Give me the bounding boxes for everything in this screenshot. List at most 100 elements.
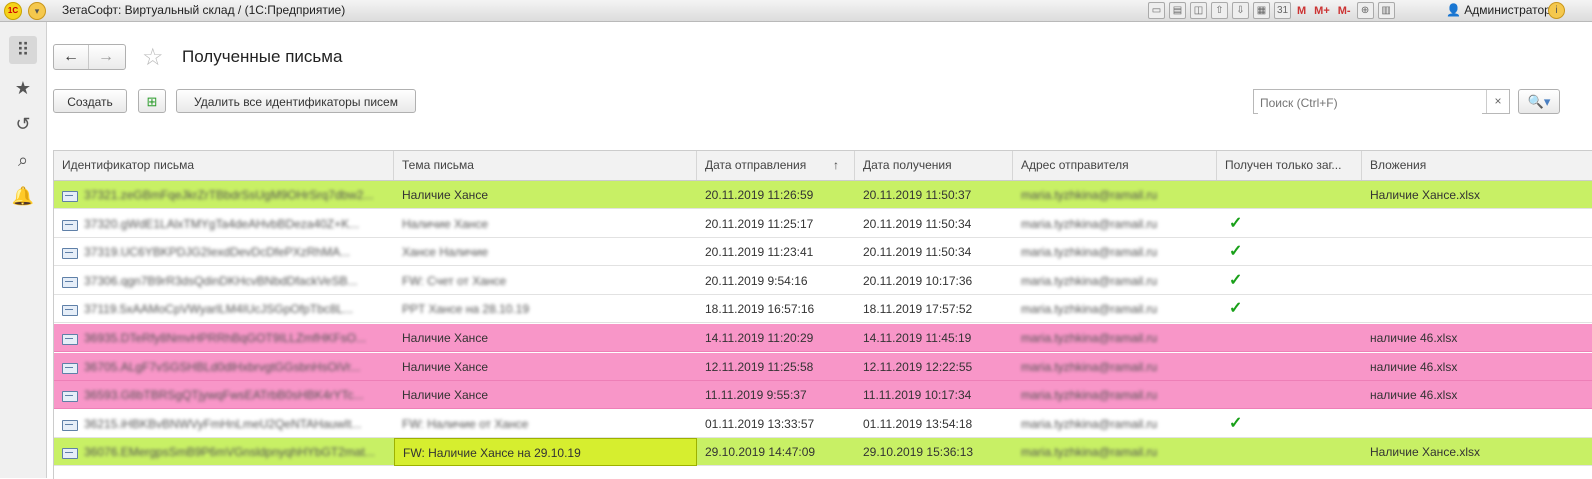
calendar-icon[interactable]: 31 [1274,2,1291,19]
cell-id-text: 36935.DTeRfy8NmvHPRRhBqGOT9ILLZmfHKFsO..… [84,331,367,345]
cell-sent-text: 11.11.2019 9:55:37 [705,388,807,403]
app-logo-icon: 1С [4,2,22,20]
cell-subject: Наличие Хансе [394,353,697,381]
col-header-id[interactable]: Идентификатор письма [54,151,394,180]
table-row[interactable]: 37306.qgn7B9rR3dsQdinDKHcvBNbdDfackVeSB.… [54,266,1592,295]
cell-sender: maria.tyzhkina@ramail.ru [1013,210,1217,238]
cell-headers-only-text: ✓ [1229,271,1243,289]
main-menu-button[interactable]: ▾ [28,2,46,20]
cell-received: 11.11.2019 10:17:34 [855,381,1013,409]
save-icon[interactable]: ▭ [1148,2,1165,19]
search-button[interactable]: 🔍▾ [1518,89,1560,114]
cell-subject: Наличие Хансе [394,210,697,238]
cell-received-text: 20.11.2019 10:17:36 [863,273,973,288]
download-icon[interactable]: ⇩ [1232,2,1249,19]
table-row[interactable]: 36215.iHBKBvBNWVyFmHnLmeU2QeNTAHauwIt...… [54,409,1592,438]
cell-id: 36215.iHBKBvBNWVyFmHnLmeU2QeNTAHauwIt... [54,410,394,438]
cell-sent-text: 01.11.2019 13:33:57 [705,416,815,431]
cell-id-text: 37119.5xAAMoCpVWyarlLM4IUcJSGpOfpTbc8L..… [84,302,354,317]
cell-subject-text: FW: Счет от Хансе [402,273,507,288]
cell-received: 20.11.2019 11:50:34 [855,210,1013,238]
cell-received-text: 29.10.2019 15:36:13 [863,445,974,460]
cell-headers-only-text: ✓ [1229,214,1243,232]
cell-attachments: Наличие Хансе.xlsx [1362,181,1592,209]
apps-menu-icon[interactable]: ⠿ [9,36,37,64]
cell-attachments: Наличие Хансе.xlsx [1362,438,1592,466]
search-icon[interactable]: ⌕ [9,146,37,174]
cell-sender: maria.tyzhkina@ramail.ru [1013,353,1217,381]
clear-search-icon[interactable]: × [1486,90,1509,113]
table-row[interactable]: 37119.5xAAMoCpVWyarlLM4IUcJSGpOfpTbc8L..… [54,295,1592,324]
star-icon[interactable]: ★ [9,74,37,102]
memory-plus-button[interactable]: M+ [1312,5,1332,17]
cell-sent: 18.11.2019 16:57:16 [697,295,855,323]
cell-headers-only-text: ✓ [1229,243,1243,261]
memory-minus-button[interactable]: M- [1336,5,1353,17]
cell-subject: Наличие Хансе [394,381,697,409]
cell-received-text: 12.11.2019 12:22:55 [863,359,973,374]
sort-asc-icon: ↑ [833,158,839,172]
table-row[interactable]: 37320.gWdE1LAlxTMYgTa4deAHvbBDeza40Z+K..… [54,209,1592,238]
cell-sender-text: maria.tyzhkina@ramail.ru [1021,388,1158,403]
col-header-sent[interactable]: Дата отправления ↑ [697,151,855,180]
search-input[interactable] [1258,91,1482,114]
current-user[interactable]: 👤 Администратор [1446,3,1551,17]
upload-icon[interactable]: ⇧ [1211,2,1228,19]
cell-received-text: 20.11.2019 11:50:37 [863,188,972,202]
calculator-icon[interactable]: ▦ [1253,2,1270,19]
cell-subject-text: FW: Наличие Хансе на 29.10.19 [403,446,581,461]
panel-icon[interactable]: ▥ [1377,2,1395,19]
history-icon[interactable]: ↺ [9,110,37,138]
cell-received: 01.11.2019 13:54:18 [855,410,1013,438]
table-row[interactable]: 36076.EMergpsSmB9P6mVGnsldpnyqhHYbGT2mat… [54,438,1592,467]
emails-table: Идентификатор письма Тема письма Дата от… [53,150,1592,479]
memory-button[interactable]: M [1295,5,1308,17]
cell-headers-only [1217,353,1362,381]
table-row[interactable]: 37321.zeGBmFqeJkrZrTBbdrSsUgM9OHrSrq7dbw… [54,181,1592,209]
col-header-subject[interactable]: Тема письма [394,151,697,180]
cell-id: 37319.UC6YBKPDJG2IexdDevDcDfePXzRhMA... [54,238,394,266]
add-document-icon[interactable]: ⊞ [138,89,166,113]
zoom-icon[interactable]: ⊕ [1356,2,1374,19]
cell-received-text: 01.11.2019 13:54:18 [863,416,973,431]
cell-sender-text: maria.tyzhkina@ramail.ru [1021,359,1158,374]
cell-attachments-text: наличие 46.xlsx [1370,359,1458,374]
cell-headers-only [1217,381,1362,409]
col-header-received[interactable]: Дата получения [855,151,1013,180]
cell-subject-text: Наличие Хансе [402,359,488,374]
cell-id: 36705.ALgF7vSGSHBLd0dlHxbrvgtGGsbnHsOiVr… [54,353,394,381]
cell-subject: FW: Счет от Хансе [394,267,697,295]
cell-subject-text: PPT Хансе на 28.10.19 [402,302,530,317]
forward-button[interactable]: → [88,45,123,69]
table-row[interactable]: 36593.G8bTBRSgQTjywqFwsEATrbB0sHBK4rYTc.… [54,381,1592,410]
cell-sent: 20.11.2019 11:23:41 [697,238,855,266]
col-header-attachments[interactable]: Вложения [1362,151,1592,180]
back-button[interactable]: ← [54,45,88,69]
cell-sent: 29.10.2019 14:47:09 [697,438,855,466]
cell-attachments [1362,295,1592,323]
cell-headers-only: ✓ [1217,267,1362,295]
cell-sent-text: 20.11.2019 9:54:16 [705,273,808,288]
cell-attachments-text: Наличие Хансе.xlsx [1370,188,1480,202]
table-row[interactable]: 36935.DTeRfy8NmvHPRRhBqGOT9ILLZmfHKFsO..… [54,324,1592,352]
cell-sender: maria.tyzhkina@ramail.ru [1013,381,1217,409]
print-icon[interactable]: ▤ [1169,2,1186,19]
nav-buttons: ← → [53,44,126,70]
cell-subject: Хансе Наличие [394,238,697,266]
col-header-headers-only[interactable]: Получен только заг... [1217,151,1362,180]
cell-subject: FW: Наличие от Хансе [394,410,697,438]
cell-sender: maria.tyzhkina@ramail.ru [1013,181,1217,209]
cell-id-text: 36215.iHBKBvBNWVyFmHnLmeU2QeNTAHauwIt... [84,416,362,431]
bell-icon[interactable]: 🔔 [9,182,37,210]
info-icon[interactable]: i [1548,2,1565,19]
window-title: ЗетаСофт: Виртуальный склад / (1С:Предпр… [62,3,346,17]
cell-id: 36593.G8bTBRSgQTjywqFwsEATrbB0sHBK4rYTc.… [54,381,394,409]
favorite-star-icon[interactable]: ☆ [142,43,164,72]
col-header-sender[interactable]: Адрес отправителя [1013,151,1217,180]
cell-received-text: 14.11.2019 11:45:19 [863,331,972,345]
table-row[interactable]: 37319.UC6YBKPDJG2IexdDevDcDfePXzRhMA... Х… [54,238,1592,267]
preview-icon[interactable]: ◫ [1190,2,1207,19]
table-row[interactable]: 36705.ALgF7vSGSHBLd0dlHxbrvgtGGsbnHsOiVr… [54,352,1592,381]
create-button[interactable]: Создать [53,89,127,113]
delete-all-ids-button[interactable]: Удалить все идентификаторы писем [176,89,416,113]
